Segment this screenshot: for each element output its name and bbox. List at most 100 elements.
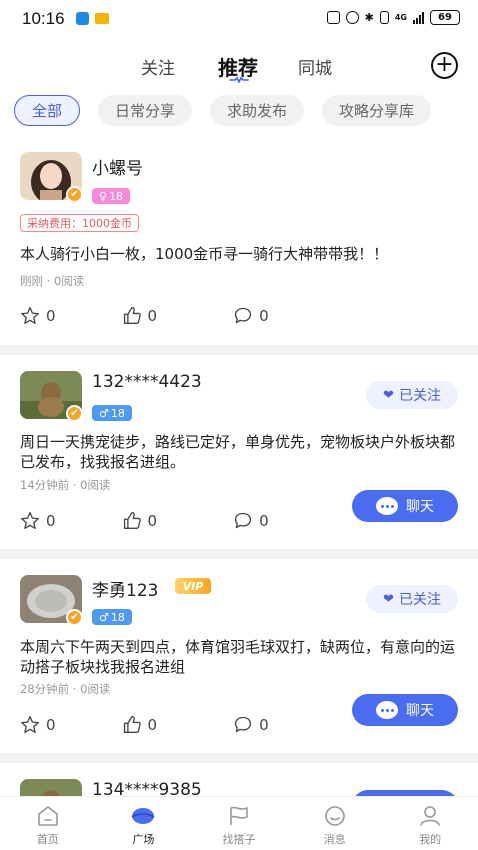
gender-age-badge: ♂ 18 bbox=[92, 609, 132, 625]
verified-badge-icon: ✔ bbox=[66, 186, 83, 203]
nav-find-partner[interactable]: 找搭子 bbox=[191, 797, 287, 850]
comment-button[interactable]: 0 bbox=[233, 715, 269, 734]
comment-count: 0 bbox=[259, 511, 269, 530]
active-tab-indicator bbox=[229, 77, 249, 83]
nav-plaza[interactable]: 广场 bbox=[96, 797, 192, 850]
nav-home[interactable]: 首页 bbox=[0, 797, 96, 850]
like-button[interactable]: 0 bbox=[20, 715, 56, 734]
app-notification-icon bbox=[76, 12, 89, 25]
category-chips: 全部 日常分享 求助发布 攻略分享库 bbox=[14, 95, 432, 126]
comment-icon bbox=[234, 512, 252, 529]
post-username[interactable]: 李勇123 bbox=[92, 576, 158, 601]
comment-count: 0 bbox=[259, 306, 269, 325]
post-content[interactable]: 本周六下午两天到四点，体育馆羽毛球双打，缺两位，有意向的运动搭子板块找我报名进组 bbox=[20, 637, 460, 677]
thumb-button[interactable]: 0 bbox=[122, 306, 158, 325]
avatar[interactable] bbox=[20, 779, 82, 796]
follow-button[interactable]: ❤ 已关注 bbox=[366, 585, 458, 613]
post-card[interactable]: ✔ 小螺号 ♀ 18 采纳费用：1000金币 本人骑行小白一枚，1000金币寻一… bbox=[0, 140, 478, 345]
comment-icon bbox=[234, 307, 252, 324]
thumbs-up-icon bbox=[123, 715, 141, 734]
top-nav: 关注 推荐 同城 + bbox=[0, 44, 478, 88]
message-icon bbox=[324, 806, 345, 826]
like-count: 0 bbox=[46, 511, 56, 530]
tab-same-city[interactable]: 同城 bbox=[298, 54, 332, 79]
status-time: 10:16 bbox=[22, 9, 65, 28]
battery-icon: 69 bbox=[430, 10, 460, 25]
star-icon bbox=[21, 715, 39, 734]
thumb-button[interactable]: 0 bbox=[122, 715, 158, 734]
thumb-button[interactable]: 0 bbox=[122, 511, 158, 530]
verified-badge-icon: ✔ bbox=[66, 405, 83, 422]
add-post-button[interactable]: + bbox=[431, 52, 458, 79]
chip-guide-library[interactable]: 攻略分享库 bbox=[322, 95, 432, 126]
chat-bubble-icon bbox=[376, 701, 398, 719]
thumbs-up-icon bbox=[123, 306, 141, 325]
heart-icon: ❤ bbox=[383, 387, 394, 403]
plaza-icon bbox=[131, 808, 155, 824]
post-meta: 刚刚 · 0阅读 bbox=[20, 274, 85, 288]
post-card[interactable]: 134****9385 bbox=[0, 763, 478, 796]
tab-following[interactable]: 关注 bbox=[141, 54, 175, 79]
comment-count: 0 bbox=[259, 715, 269, 734]
chip-all[interactable]: 全部 bbox=[14, 95, 81, 126]
nav-messages[interactable]: 消息 bbox=[287, 797, 383, 850]
thumb-count: 0 bbox=[147, 306, 158, 325]
comment-icon bbox=[234, 716, 252, 733]
thumbs-up-icon bbox=[123, 511, 141, 530]
vibrate-icon bbox=[379, 11, 389, 24]
network-type: 4G bbox=[394, 13, 407, 22]
post-actions: 0 0 0 bbox=[20, 715, 269, 734]
comment-button[interactable]: 0 bbox=[233, 511, 269, 530]
follow-button[interactable]: ❤ 已关注 bbox=[366, 381, 458, 409]
like-button[interactable]: 0 bbox=[20, 306, 56, 325]
heart-icon: ❤ bbox=[383, 591, 394, 607]
post-actions: 0 0 0 bbox=[20, 511, 269, 530]
reward-tag: 采纳费用：1000金币 bbox=[20, 214, 139, 232]
plus-circle-icon: + bbox=[435, 51, 454, 77]
like-count: 0 bbox=[46, 306, 56, 325]
post-divider bbox=[0, 549, 478, 559]
male-icon: ♂ bbox=[99, 406, 109, 420]
gender-age-badge: ♂ 18 bbox=[92, 405, 132, 421]
thumb-count: 0 bbox=[147, 511, 158, 530]
chat-button[interactable]: 聊天 bbox=[352, 490, 458, 522]
post-username[interactable]: 134****9385 bbox=[92, 780, 202, 796]
post-content[interactable]: 周日一天携宠徒步，路线已定好，单身优先，宠物板块户外板块都已发布，找我报名进组。 bbox=[20, 432, 460, 472]
profile-icon bbox=[420, 806, 440, 826]
comment-button[interactable]: 0 bbox=[233, 306, 269, 325]
nfc-icon bbox=[326, 11, 340, 24]
alarm-icon bbox=[345, 11, 359, 24]
post-card[interactable]: ✔ 李勇123 VIP ♂ 18 ❤ 已关注 本周六下午两天到四点，体育馆羽毛球… bbox=[0, 559, 478, 753]
status-bar: 10:16 ✱ 4G 69 bbox=[0, 0, 478, 38]
post-username[interactable]: 132****4423 bbox=[92, 372, 202, 392]
chat-button[interactable]: 聊天 bbox=[352, 694, 458, 726]
post-meta: 14分钟前 · 0阅读 bbox=[20, 478, 111, 492]
bluetooth-icon: ✱ bbox=[364, 11, 374, 24]
like-button[interactable]: 0 bbox=[20, 511, 56, 530]
chip-help-request[interactable]: 求助发布 bbox=[210, 95, 305, 126]
male-icon: ♂ bbox=[99, 610, 109, 624]
mail-notification-icon bbox=[95, 13, 109, 24]
female-icon: ♀ bbox=[99, 189, 108, 203]
post-divider bbox=[0, 345, 478, 355]
post-card[interactable]: ✔ 132****4423 ♂ 18 ❤ 已关注 周日一天携宠徒步，路线已定好，… bbox=[0, 355, 478, 549]
nav-profile[interactable]: 我的 bbox=[382, 797, 478, 850]
signal-icon bbox=[413, 11, 424, 24]
chat-bubble-icon bbox=[376, 497, 398, 515]
like-count: 0 bbox=[46, 715, 56, 734]
post-divider bbox=[0, 753, 478, 763]
flag-icon bbox=[230, 806, 248, 825]
chip-daily-share[interactable]: 日常分享 bbox=[98, 95, 193, 126]
avatar-photo bbox=[20, 779, 82, 796]
gender-age-badge: ♀ 18 bbox=[92, 188, 131, 204]
thumb-count: 0 bbox=[147, 715, 158, 734]
vip-badge: VIP bbox=[175, 578, 211, 594]
status-indicators: ✱ 4G 69 bbox=[326, 10, 460, 25]
star-icon bbox=[21, 306, 39, 325]
post-content[interactable]: 本人骑行小白一枚，1000金币寻一骑行大神带带我！！ bbox=[20, 244, 460, 264]
home-icon bbox=[37, 806, 58, 826]
verified-badge-icon: ✔ bbox=[66, 609, 83, 626]
post-meta: 28分钟前 · 0阅读 bbox=[20, 682, 111, 696]
post-username[interactable]: 小螺号 bbox=[92, 154, 143, 179]
bottom-nav: 首页 广场 找搭子 消息 我的 bbox=[0, 796, 478, 850]
